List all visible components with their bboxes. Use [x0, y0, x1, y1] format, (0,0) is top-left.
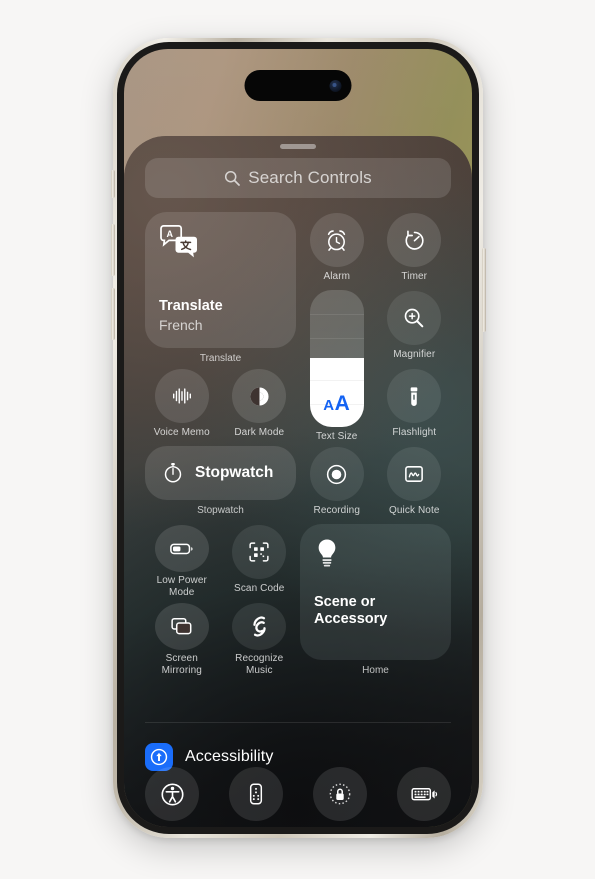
- control-dark-mode[interactable]: Dark Mode: [223, 368, 297, 442]
- recording-label: Recording: [313, 505, 360, 516]
- flashlight-label: Flashlight: [392, 427, 437, 438]
- power-button[interactable]: [481, 248, 486, 332]
- quick-note-icon: [402, 462, 426, 486]
- accessibility-person-icon: [159, 781, 186, 808]
- stopwatch-icon: [161, 461, 185, 485]
- control-recording[interactable]: Recording: [300, 446, 374, 520]
- screen-mirroring-icon: [169, 615, 194, 638]
- alarm-clock-icon: [324, 228, 349, 253]
- accessibility-label: Accessibility: [185, 748, 274, 765]
- action-button[interactable]: [110, 170, 115, 198]
- volume-up-button[interactable]: [110, 224, 115, 276]
- controls-grid: A Translate French Translate Alarm Timer…: [145, 212, 451, 676]
- recognize-music-label: Recognize Music: [235, 653, 284, 676]
- battery-icon: [168, 537, 195, 560]
- screen-mirroring-label: Screen Mirroring: [161, 653, 202, 676]
- scan-code-button[interactable]: [232, 525, 287, 579]
- control-home-scene[interactable]: Scene or Accessory Home: [300, 524, 451, 676]
- control-recognize-music[interactable]: Recognize Music: [223, 602, 297, 676]
- translate-title: Translate: [159, 298, 223, 314]
- text-size-aa-icon: AA: [310, 392, 364, 416]
- apple-tv-remote-icon: [245, 782, 267, 806]
- sheet-grabber[interactable]: [280, 144, 316, 149]
- text-size-small-a: A: [323, 396, 335, 414]
- search-icon: [224, 170, 241, 186]
- stopwatch-label: Stopwatch: [195, 464, 274, 481]
- alarm-button[interactable]: [309, 213, 364, 267]
- control-screen-mirroring[interactable]: Screen Mirroring: [145, 602, 219, 676]
- flashlight-button[interactable]: [387, 369, 442, 423]
- screen-record-icon: [324, 462, 349, 487]
- alarm-label: Alarm: [323, 271, 351, 282]
- text-size-slider[interactable]: AA: [309, 290, 364, 427]
- home-scene-tile-box[interactable]: Scene or Accessory: [300, 524, 451, 660]
- control-text-size[interactable]: AA Text Size: [300, 290, 374, 442]
- recognize-music-button[interactable]: [232, 603, 287, 650]
- control-quick-note[interactable]: Quick Note: [378, 446, 452, 520]
- iphone-frame: Search Controls A Translate French Trans…: [110, 38, 486, 838]
- control-stopwatch[interactable]: Stopwatch Stopwatch: [145, 446, 296, 520]
- magnifier-button[interactable]: [387, 291, 442, 345]
- keyboard-sound-button[interactable]: [397, 767, 451, 821]
- translate-bubbles-icon: A: [159, 225, 199, 259]
- volume-down-button[interactable]: [110, 288, 115, 340]
- flashlight-icon: [402, 384, 426, 408]
- magnifier-plus-icon: [402, 306, 426, 330]
- apple-tv-remote-button[interactable]: [229, 767, 283, 821]
- rotation-lock-icon: [327, 781, 353, 807]
- control-voice-memo[interactable]: Voice Memo: [145, 368, 219, 442]
- qr-scan-icon: [247, 540, 271, 564]
- screen-mirroring-button[interactable]: [154, 603, 209, 650]
- magnifier-label: Magnifier: [393, 349, 436, 360]
- quick-note-label: Quick Note: [389, 505, 440, 516]
- control-timer[interactable]: Timer: [378, 212, 452, 286]
- control-flashlight[interactable]: Flashlight: [378, 368, 452, 442]
- dark-mode-button[interactable]: [232, 369, 287, 423]
- search-placeholder: Search Controls: [248, 168, 372, 187]
- accessibility-dock: [145, 767, 451, 821]
- text-size-label: Text Size: [316, 430, 358, 442]
- rotation-lock-button[interactable]: [313, 767, 367, 821]
- control-scan-code[interactable]: Scan Code: [223, 524, 297, 598]
- shazam-icon: [247, 614, 272, 639]
- control-alarm[interactable]: Alarm: [300, 212, 374, 286]
- dynamic-island[interactable]: [244, 70, 352, 101]
- text-size-fill: AA: [309, 358, 364, 427]
- quick-note-button[interactable]: [387, 447, 442, 501]
- dark-mode-circle-icon: [247, 384, 272, 409]
- low-power-mode-label: Low Power Mode: [156, 575, 207, 598]
- home-scene-title: Scene or Accessory: [314, 594, 388, 627]
- accessibility-shortcut-button[interactable]: [145, 767, 199, 821]
- section-divider: [145, 722, 451, 723]
- recording-button[interactable]: [309, 447, 364, 501]
- control-magnifier[interactable]: Magnifier: [378, 290, 452, 364]
- keyboard-sound-icon: [410, 782, 439, 806]
- timer-label: Timer: [401, 271, 428, 282]
- stopwatch-button[interactable]: Stopwatch: [145, 446, 296, 500]
- translate-tile-box[interactable]: A Translate French: [145, 212, 296, 348]
- svg-text:A: A: [167, 229, 174, 239]
- text-size-large-a: A: [334, 391, 351, 415]
- voice-memo-label: Voice Memo: [153, 427, 210, 438]
- timer-button[interactable]: [387, 213, 442, 267]
- scan-code-label: Scan Code: [234, 583, 285, 594]
- dark-mode-label: Dark Mode: [234, 427, 285, 438]
- waveform-icon: [170, 384, 194, 408]
- low-power-mode-button[interactable]: [154, 525, 209, 572]
- lightbulb-icon: [314, 537, 340, 569]
- translate-caption: Translate: [199, 353, 242, 364]
- timer-icon: [402, 228, 427, 253]
- control-translate[interactable]: A Translate French Translate: [145, 212, 296, 364]
- screenshot-stage: Search Controls A Translate French Trans…: [0, 0, 595, 879]
- control-low-power-mode[interactable]: Low Power Mode: [145, 524, 219, 598]
- phone-screen: Search Controls A Translate French Trans…: [124, 49, 472, 827]
- search-controls-field[interactable]: Search Controls: [145, 158, 451, 198]
- front-camera-icon: [329, 79, 342, 92]
- home-scene-caption: Home: [362, 665, 389, 676]
- translate-subtitle: French: [159, 317, 203, 333]
- stopwatch-caption: Stopwatch: [197, 505, 244, 516]
- control-center-sheet: Search Controls A Translate French Trans…: [124, 136, 472, 827]
- voice-memo-button[interactable]: [154, 369, 209, 423]
